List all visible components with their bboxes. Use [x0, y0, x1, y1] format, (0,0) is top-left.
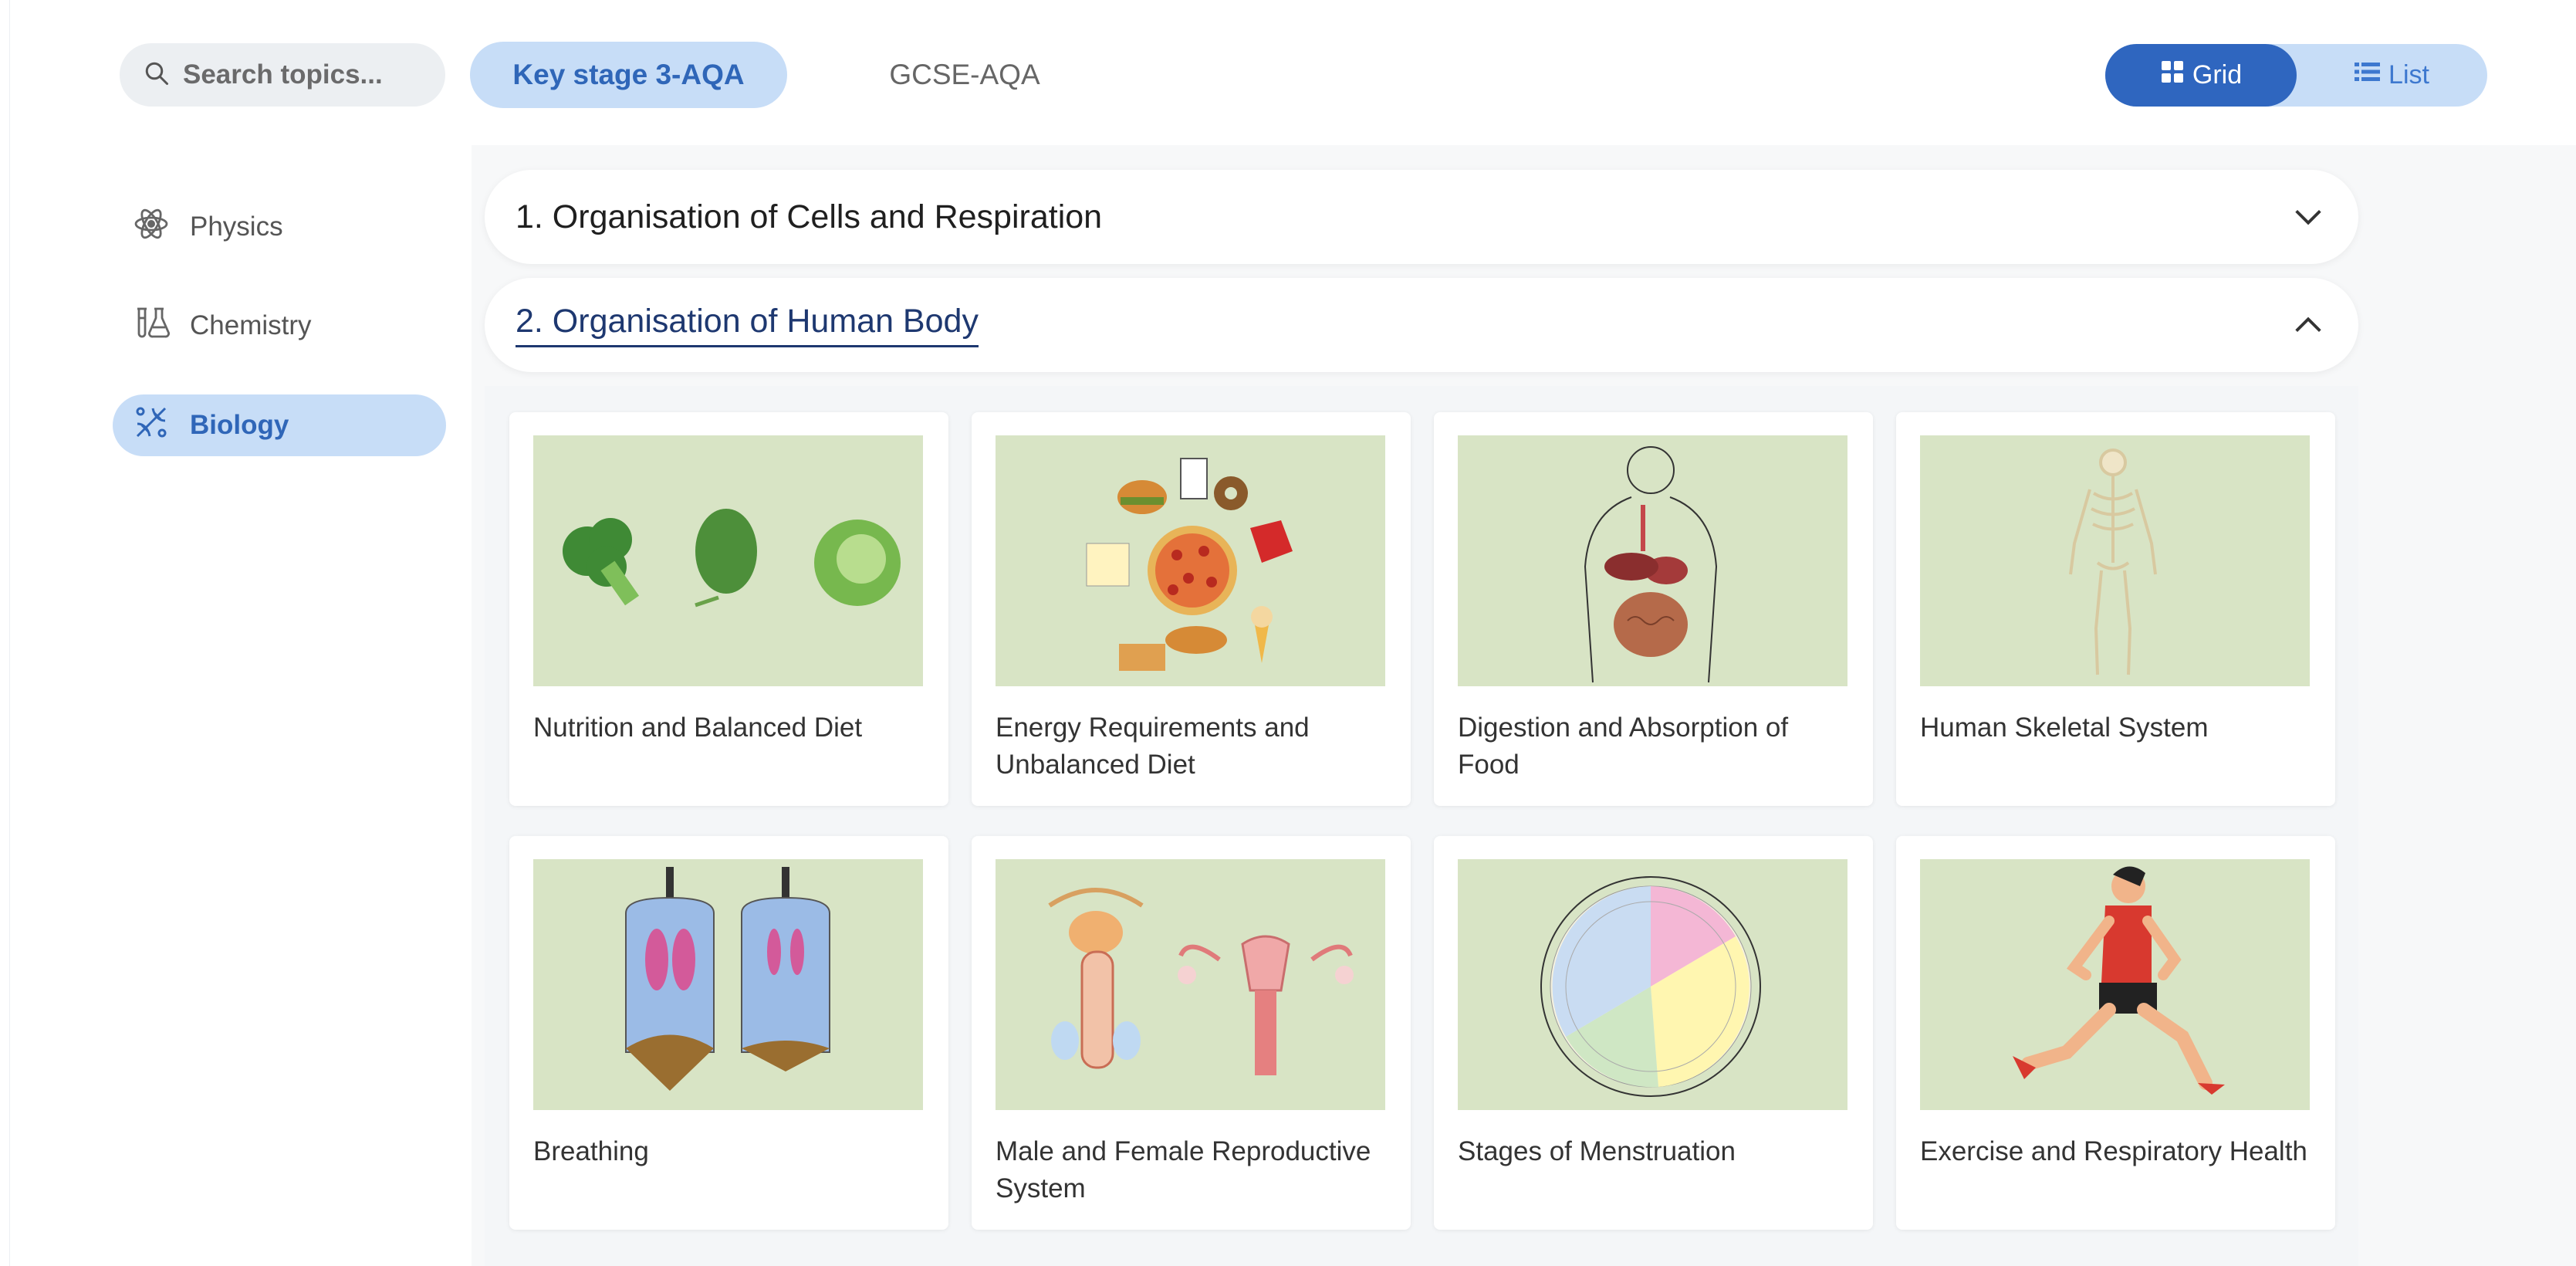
search-icon [143, 59, 171, 91]
list-icon [2355, 59, 2381, 91]
flask-icon [133, 304, 170, 348]
topic-card-energy[interactable]: Energy Requirements and Unbalanced Diet [972, 412, 1411, 806]
sidebar-item-physics[interactable]: Physics [113, 196, 446, 258]
junk-food-image [996, 435, 1385, 686]
section-title: 1. Organisation of Cells and Respiration [516, 198, 1103, 235]
atom-icon [133, 205, 170, 249]
menstrual-cycle-image [1458, 859, 1847, 1110]
chevron-up-icon [2290, 307, 2326, 343]
list-view-button[interactable]: List [2297, 44, 2487, 107]
skeleton-image [1920, 435, 2310, 686]
card-title: Stages of Menstruation [1458, 1136, 1736, 1166]
topic-card-nutrition[interactable]: Nutrition and Balanced Diet [509, 412, 948, 806]
card-title: Breathing [533, 1136, 649, 1166]
reproductive-system-image [996, 859, 1385, 1110]
section-title: 2. Organisation of Human Body [516, 303, 979, 347]
sidebar-item-label: Chemistry [190, 310, 312, 340]
card-title: Exercise and Respiratory Health [1920, 1136, 2307, 1166]
card-title: Nutrition and Balanced Diet [533, 713, 863, 743]
topic-card-reproductive[interactable]: Male and Female Reproductive System [972, 836, 1411, 1230]
chevron-down-icon [2290, 199, 2326, 235]
sidebar-item-label: Biology [190, 410, 289, 440]
dna-icon [133, 404, 170, 448]
search-input[interactable] [183, 59, 414, 90]
view-toggle: Grid List [2105, 44, 2487, 107]
sidebar-item-biology[interactable]: Biology [113, 394, 446, 456]
sidebar-item-chemistry[interactable]: Chemistry [113, 295, 446, 357]
digestive-system-image [1458, 435, 1847, 686]
topic-card-skeletal[interactable]: Human Skeletal System [1896, 412, 2335, 806]
card-title: Male and Female Reproductive System [996, 1136, 1371, 1203]
topic-card-exercise[interactable]: Exercise and Respiratory Health [1896, 836, 2335, 1230]
topic-card-menstruation[interactable]: Stages of Menstruation [1434, 836, 1873, 1230]
list-label: List [2388, 60, 2429, 90]
bell-jar-lungs-image [533, 859, 923, 1110]
topic-card-breathing[interactable]: Breathing [509, 836, 948, 1230]
tab-gcse[interactable]: GCSE-AQA [841, 42, 1088, 108]
search-box[interactable] [120, 43, 445, 107]
card-title: Human Skeletal System [1920, 713, 2209, 743]
section-header-human-body[interactable]: 2. Organisation of Human Body [485, 278, 2358, 372]
section-header-cells-respiration[interactable]: 1. Organisation of Cells and Respiration [485, 170, 2358, 264]
grid-label: Grid [2192, 60, 2243, 90]
runner-image [1920, 859, 2310, 1110]
grid-view-button[interactable]: Grid [2105, 44, 2297, 107]
sidebar-item-label: Physics [190, 212, 283, 242]
topic-card-digestion[interactable]: Digestion and Absorption of Food [1434, 412, 1873, 806]
grid-icon [2160, 59, 2185, 91]
card-title: Energy Requirements and Unbalanced Diet [996, 713, 1310, 780]
vegetables-image [533, 435, 923, 686]
tab-key-stage-3[interactable]: Key stage 3-AQA [470, 42, 787, 108]
card-title: Digestion and Absorption of Food [1458, 713, 1789, 780]
